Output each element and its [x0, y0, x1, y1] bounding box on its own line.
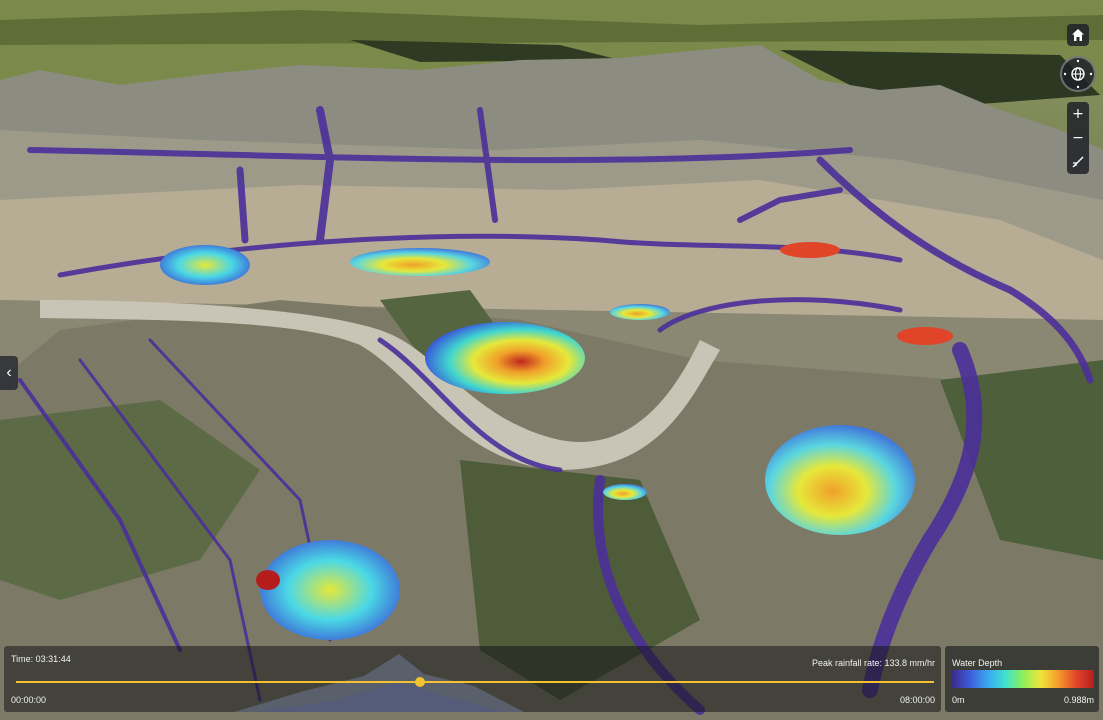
globe-compass-icon — [1063, 59, 1093, 89]
globe-compass-button[interactable] — [1060, 56, 1096, 92]
water-depth-legend: Water Depth 0m 0.988m — [945, 646, 1099, 712]
peak-rainfall-label: Peak rainfall rate: 133.8 mm/hr — [811, 658, 935, 668]
legend-color-bar — [952, 670, 1094, 688]
sidebar-toggle-button[interactable]: ‹ — [0, 356, 18, 390]
timeline-panel: Time: 03:31:44 Peak rainfall rate: 133.8… — [4, 646, 941, 712]
home-icon — [1072, 29, 1084, 41]
measure-icon — [1072, 156, 1084, 168]
legend-max-label: 0.988m — [1063, 695, 1094, 705]
measure-tool-button[interactable] — [1067, 150, 1089, 174]
legend-title: Water Depth — [952, 658, 1003, 668]
legend-min-label: 0m — [952, 695, 965, 705]
home-button[interactable] — [1067, 24, 1089, 46]
rainfall-hyetograph — [234, 654, 524, 712]
start-time-label: 00:00:00 — [11, 695, 47, 705]
zoom-out-button[interactable]: − — [1067, 126, 1089, 150]
end-time-label: 08:00:00 — [899, 695, 935, 705]
zoom-in-button[interactable]: + — [1067, 102, 1089, 126]
terrain-map-view[interactable] — [0, 0, 1103, 720]
current-time-label: Time: 03:31:44 — [11, 654, 71, 664]
zoom-controls: + − — [1067, 102, 1089, 174]
timeline-scrubber-handle[interactable] — [414, 677, 425, 687]
timeline-track[interactable] — [16, 681, 934, 683]
